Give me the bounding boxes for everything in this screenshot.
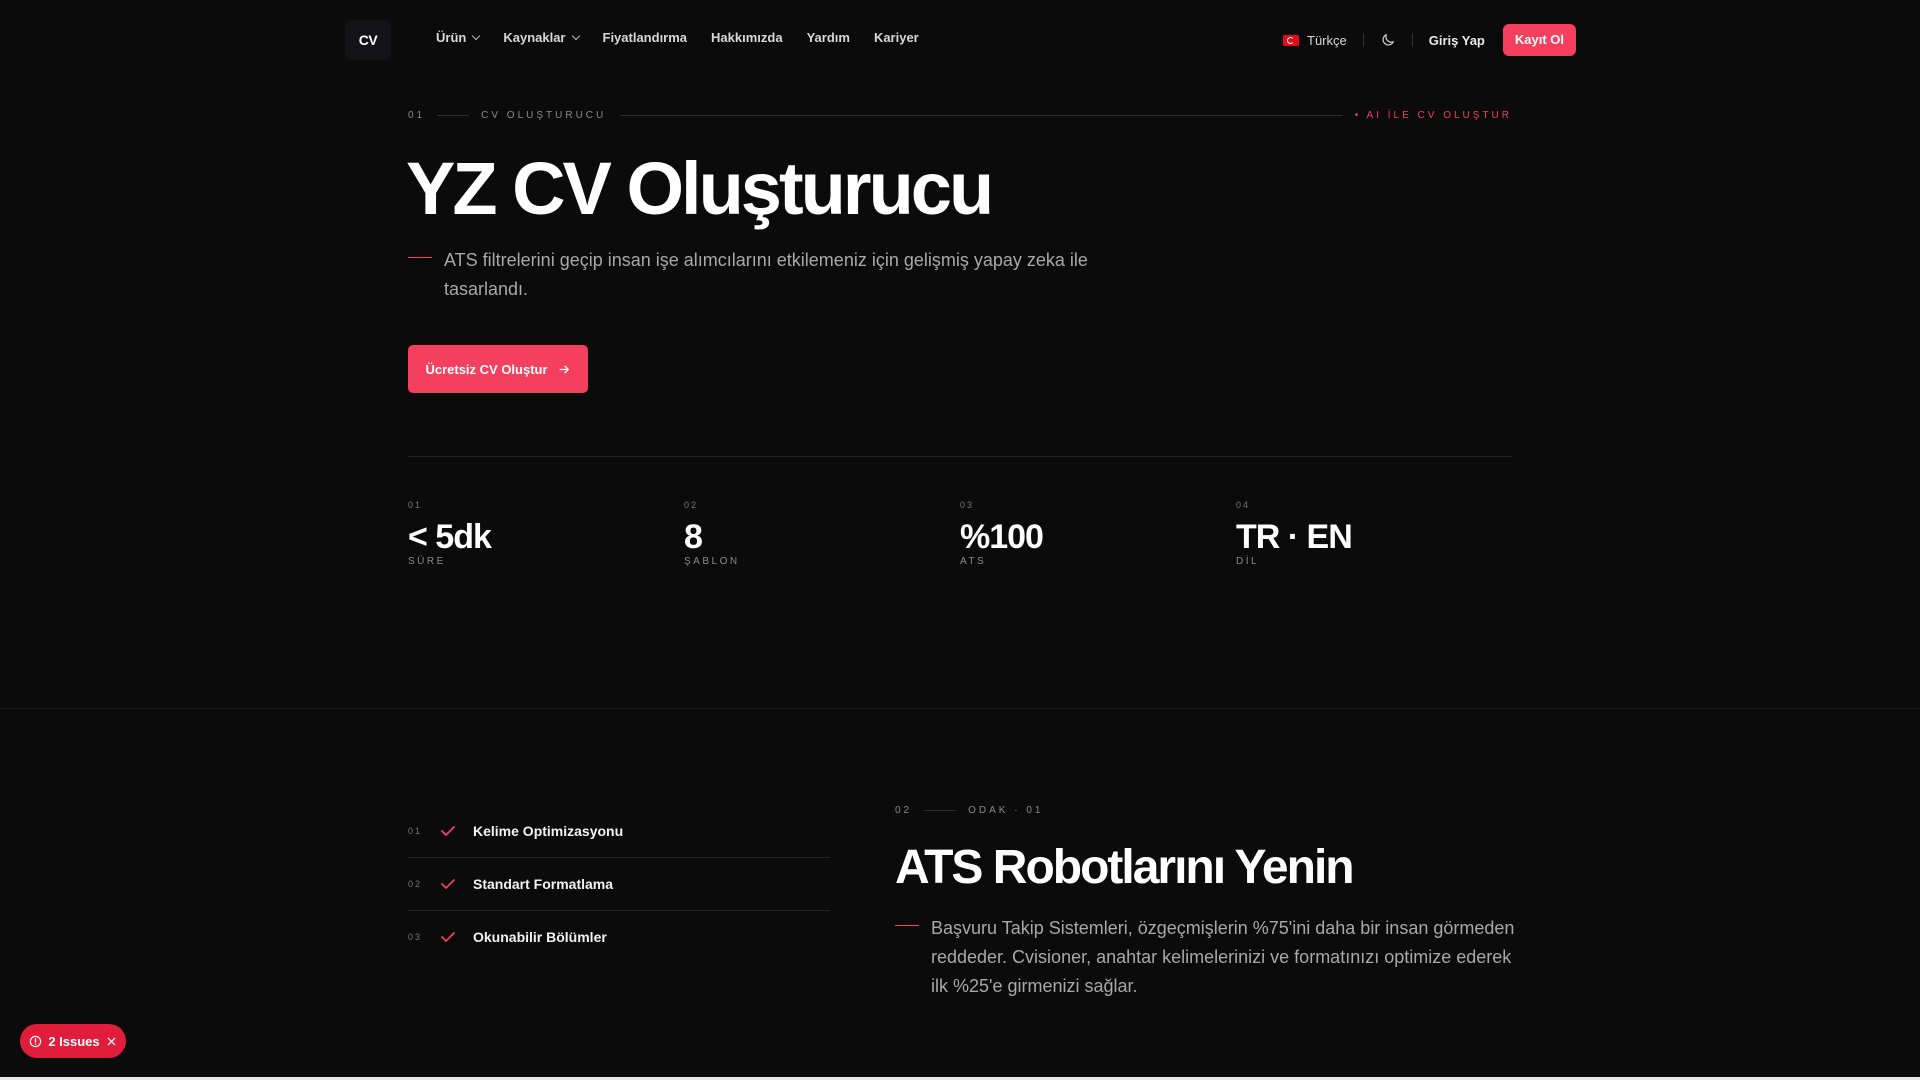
section-description-text: Başvuru Takip Sistemleri, özgeçmişlerin … — [931, 918, 1515, 996]
feature-number: 03 — [408, 932, 423, 942]
divider — [408, 456, 1512, 457]
nav-item-yardim[interactable]: Yardım — [807, 30, 850, 45]
section-divider — [0, 708, 1920, 709]
feature-number: 02 — [408, 879, 423, 889]
nav-links: Ürün Kaynaklar Fiyatlandırma Hakkımızda … — [436, 30, 919, 45]
chevron-down-icon — [571, 31, 580, 41]
nav-item-label: Kaynaklar — [503, 30, 566, 45]
eyebrow-accent: • AI İLE CV OLUŞTUR — [1354, 109, 1512, 121]
accent-dash — [408, 257, 432, 258]
stat-label: ŞABLON — [684, 556, 740, 567]
section-description: Başvuru Takip Sistemleri, özgeçmişlerin … — [895, 914, 1515, 1001]
logo[interactable]: CV — [345, 20, 391, 60]
stat-value: < 5dk — [408, 518, 492, 556]
stat-item: 02 8 ŞABLON — [684, 500, 960, 567]
stat-item: 01 < 5dk SÜRE — [408, 500, 684, 567]
divider — [1411, 33, 1413, 47]
stat-value: 8 — [684, 518, 703, 556]
feature-label: Kelime Optimizasyonu — [473, 823, 624, 839]
login-link[interactable]: Giriş Yap — [1429, 33, 1485, 48]
alert-circle-icon — [30, 1035, 42, 1047]
divider — [1362, 33, 1364, 47]
nav-item-fiyatlandirma[interactable]: Fiyatlandırma — [603, 30, 688, 45]
hero-eyebrow: 01 CV OLUŞTURUCU • AI İLE CV OLUŞTUR — [408, 108, 1512, 122]
accent-dash — [895, 925, 919, 926]
feature-label: Okunabilir Bölümler — [473, 929, 607, 945]
eyebrow-label: CV OLUŞTURUCU — [481, 109, 607, 121]
eyebrow-number: 02 — [895, 805, 913, 816]
page-title: YZ CV Oluşturucu — [406, 147, 994, 230]
stat-label: SÜRE — [408, 556, 446, 567]
stat-value: %100 — [960, 518, 1044, 556]
stat-number: 04 — [1236, 500, 1251, 510]
eyebrow-label: ODAK · 01 — [968, 805, 1044, 816]
top-nav: CV Ürün Kaynaklar Fiyatlandırma Hakkımız… — [0, 0, 1920, 80]
issues-badge[interactable]: 2 Issues — [20, 1024, 126, 1058]
cta-label: Ücretsiz CV Oluştur — [425, 361, 548, 377]
eyebrow-line — [437, 114, 470, 116]
feature-number: 01 — [408, 826, 423, 836]
stat-value: TR · EN — [1236, 518, 1353, 556]
signup-button[interactable]: Kayıt Ol — [1502, 24, 1576, 56]
hero-description-text: ATS filtrelerini geçip insan işe alımcıl… — [444, 250, 1088, 299]
check-icon — [441, 826, 455, 836]
list-item: 01 Kelime Optimizasyonu — [408, 805, 830, 858]
nav-item-hakkimizda[interactable]: Hakkımızda — [711, 30, 783, 45]
stat-label: DİL — [1236, 556, 1260, 567]
arrow-right-icon — [559, 365, 569, 373]
eyebrow-line — [924, 810, 957, 811]
feature-list: 01 Kelime Optimizasyonu 02 Standart Form… — [408, 805, 830, 963]
nav-item-label: Ürün — [436, 30, 467, 45]
check-icon — [441, 879, 455, 889]
stat-number: 01 — [408, 500, 423, 510]
stat-item: 03 %100 ATS — [960, 500, 1236, 567]
stat-number: 03 — [960, 500, 975, 510]
chevron-down-icon — [472, 31, 481, 41]
moon-icon[interactable] — [1380, 32, 1396, 48]
create-cv-button[interactable]: Ücretsiz CV Oluştur — [408, 345, 588, 393]
nav-item-kariyer[interactable]: Kariyer — [874, 30, 919, 45]
nav-item-urun[interactable]: Ürün — [436, 30, 481, 45]
section-eyebrow: 02 ODAK · 01 — [895, 805, 1043, 816]
feature-label: Standart Formatlama — [473, 876, 614, 892]
list-item: 03 Okunabilir Bölümler — [408, 911, 830, 963]
section-title: ATS Robotlarını Yenin — [895, 841, 1355, 894]
hero-description: ATS filtrelerini geçip insan işe alımcıl… — [408, 246, 1108, 304]
turkey-flag-icon — [1283, 34, 1299, 46]
nav-right: Türkçe Giriş Yap Kayıt Ol — [1283, 23, 1576, 57]
check-icon — [441, 932, 455, 942]
language-selector[interactable]: Türkçe — [1283, 33, 1347, 48]
eyebrow-line — [620, 114, 1343, 116]
eyebrow-number: 01 — [408, 109, 426, 121]
stats-row: 01 < 5dk SÜRE 02 8 ŞABLON 03 %100 ATS 04… — [408, 500, 1512, 567]
stat-number: 02 — [684, 500, 699, 510]
language-label: Türkçe — [1307, 32, 1347, 48]
close-icon[interactable] — [106, 1036, 117, 1047]
issues-label: 2 Issues — [48, 1033, 100, 1049]
stat-label: ATS — [960, 556, 987, 567]
list-item: 02 Standart Formatlama — [408, 858, 830, 911]
nav-item-kaynaklar[interactable]: Kaynaklar — [503, 30, 580, 45]
stat-item: 04 TR · EN DİL — [1236, 500, 1512, 567]
